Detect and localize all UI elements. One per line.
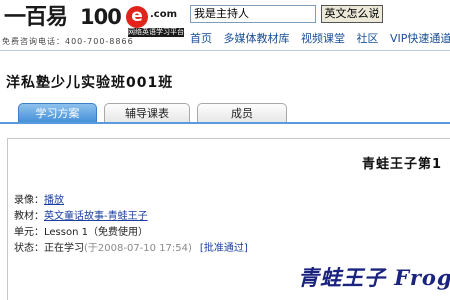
main-nav: 首页 多媒体教材库 视频课堂 社区 VIP快速通道 [190, 31, 450, 47]
lesson-banner-title: 青蛙王子 Frog [298, 265, 450, 290]
textbook-link[interactable]: 英文童话故事-青蛙王子 [44, 211, 148, 222]
nav-item-home[interactable]: 首页 [190, 31, 212, 47]
status-date: (于2008-07-10 17:54) [84, 243, 192, 254]
site-header: 一百易 100 e .com 网络英语学习平台 免费咨询电话：400-700-8… [0, 0, 450, 62]
search-input[interactable]: 我是主持人 [190, 5, 316, 23]
play-link[interactable]: 播放 [44, 195, 64, 206]
nav-item-vip[interactable]: VIP快速通道 [390, 31, 450, 47]
status-row: 状态：正在学习(于2008-07-10 17:54) [批准通过] [14, 241, 248, 257]
status-label: 状态： [14, 243, 44, 254]
nav-item-multimedia-library[interactable]: 多媒体教材库 [224, 31, 290, 47]
translate-button[interactable]: 英文怎么说 [321, 5, 383, 23]
recording-label: 录像： [14, 195, 44, 206]
lesson-info: 录像：播放 教材：英文童话故事-青蛙王子 单元：Lesson 1（免费使用） 状… [14, 193, 248, 257]
nav-item-community[interactable]: 社区 [357, 31, 379, 47]
logo-com-text: .com [150, 9, 178, 20]
textbook-label: 教材： [14, 211, 44, 222]
unit-value: Lesson 1（免费使用） [44, 227, 148, 238]
recording-row: 录像：播放 [14, 193, 248, 209]
textbook-row: 教材：英文童话故事-青蛙王子 [14, 209, 248, 225]
tab-underline [0, 122, 450, 124]
logo-slogan: 网络英语学习平台 [128, 28, 184, 37]
unit-row: 单元：Lesson 1（免费使用） [14, 225, 248, 241]
nav-item-video-class[interactable]: 视频课堂 [301, 31, 345, 47]
logo-chinese-text: 一百易 [4, 4, 68, 30]
page-title: 洋私塾少儿实验班001班 [6, 75, 174, 91]
approve-link[interactable]: [批准通过] [200, 243, 248, 254]
tab-members[interactable]: 成员 [197, 103, 287, 123]
logo-number-text: 100 [80, 5, 122, 29]
header-divider [0, 50, 450, 51]
status-value: 正在学习 [44, 243, 84, 254]
tab-schedule[interactable]: 辅导课表 [104, 103, 190, 123]
tab-study-plan[interactable]: 学习方案 [18, 103, 97, 124]
unit-label: 单元： [14, 227, 44, 238]
hotline-text: 免费咨询电话：400-700-8866 [2, 37, 134, 46]
logo-e-icon: e [126, 6, 148, 28]
lesson-heading: 青蛙王子第1 [362, 157, 443, 172]
